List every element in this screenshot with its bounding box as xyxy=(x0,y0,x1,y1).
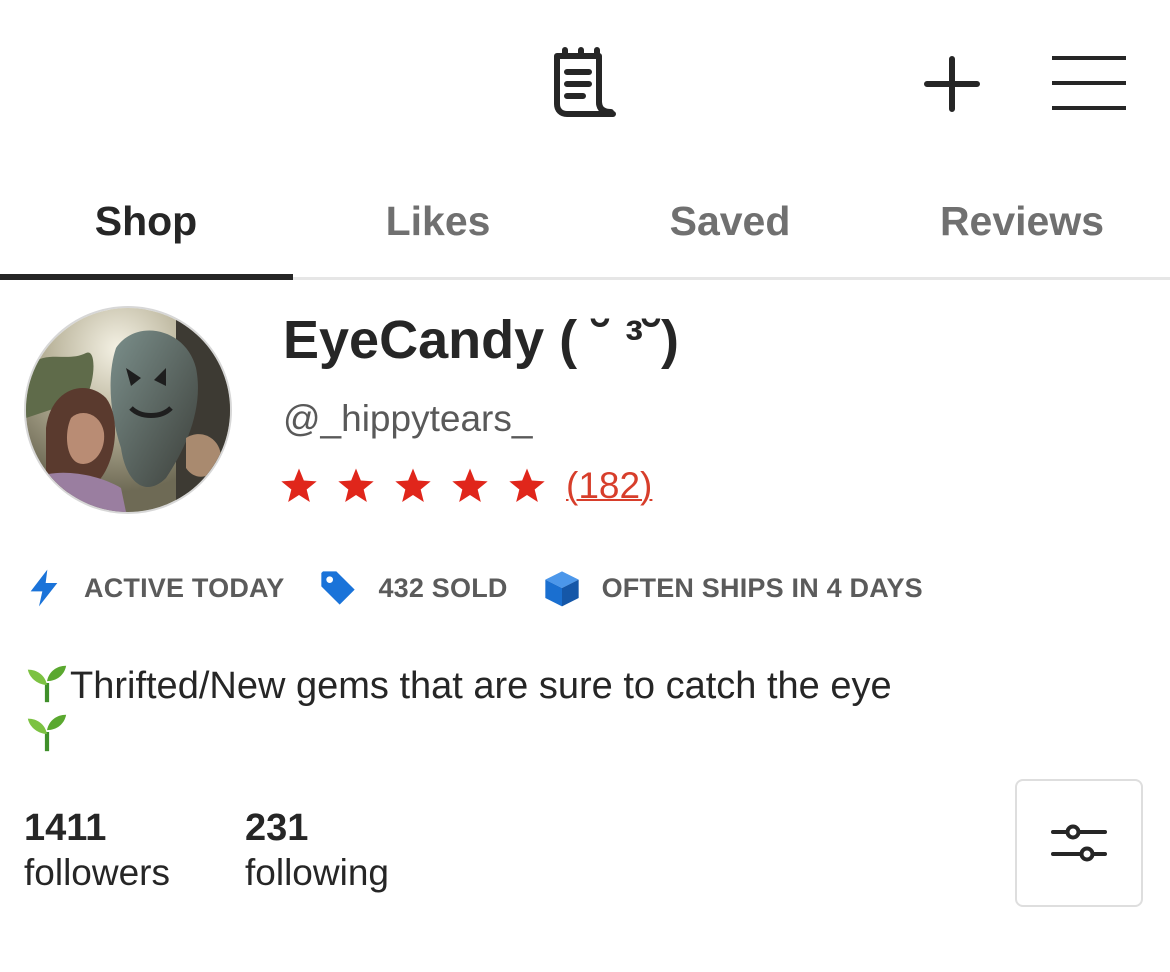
shop-name: EyeCandy ( ˘ ³˘) xyxy=(283,310,680,370)
avatar-photo xyxy=(26,308,230,512)
badge-label: 432 SOLD xyxy=(378,572,508,603)
menu-icon[interactable] xyxy=(1050,54,1128,112)
badge-active-today: ACTIVE TODAY xyxy=(24,568,284,608)
username-handle: @_hippytears_ xyxy=(283,398,533,439)
followers-stat[interactable]: 1411 followers xyxy=(24,806,170,896)
star-icon xyxy=(452,468,488,502)
badge-label: ACTIVE TODAY xyxy=(84,572,285,603)
tab-saved[interactable]: Saved xyxy=(584,165,876,277)
bio-text: Thrifted/New gems that are sure to catch… xyxy=(70,665,892,707)
followers-label: followers xyxy=(24,852,170,893)
review-count-link[interactable]: (182) xyxy=(566,465,652,507)
star-icon xyxy=(395,468,431,502)
tab-reviews[interactable]: Reviews xyxy=(876,165,1168,277)
tab-likes[interactable]: Likes xyxy=(292,165,584,277)
star-icon xyxy=(338,468,374,502)
badge-label: OFTEN SHIPS IN 4 DAYS xyxy=(601,572,923,603)
following-stat[interactable]: 231 following xyxy=(245,806,389,896)
rating-stars[interactable]: (182) xyxy=(279,462,652,510)
tab-shop[interactable]: Shop xyxy=(0,165,292,277)
sliders-icon xyxy=(1051,824,1107,862)
badge-sold-count: 432 SOLD xyxy=(318,568,507,608)
seedling-icon xyxy=(27,665,67,703)
top-bar xyxy=(0,0,1170,165)
receipt-icon[interactable] xyxy=(551,46,619,120)
star-icon xyxy=(281,468,317,502)
lightning-icon xyxy=(30,569,58,607)
badge-shipping-time: OFTEN SHIPS IN 4 DAYS xyxy=(542,568,923,608)
avatar[interactable] xyxy=(24,306,232,514)
active-tab-indicator xyxy=(0,274,293,280)
following-label: following xyxy=(245,852,389,893)
tag-icon xyxy=(321,571,356,605)
followers-count: 1411 xyxy=(24,807,107,849)
filter-button[interactable] xyxy=(1015,779,1143,907)
seller-badges: ACTIVE TODAY 432 SOLD OFTEN SHIPS IN 4 D… xyxy=(24,562,957,614)
plus-icon[interactable] xyxy=(922,54,982,114)
following-count: 231 xyxy=(245,807,309,849)
box-icon xyxy=(544,571,579,607)
seedling-icon xyxy=(27,714,67,752)
profile-tabs: Shop Likes Saved Reviews xyxy=(0,165,1170,280)
shop-bio: Thrifted/New gems that are sure to catch… xyxy=(24,660,1134,758)
star-icon xyxy=(509,468,545,502)
